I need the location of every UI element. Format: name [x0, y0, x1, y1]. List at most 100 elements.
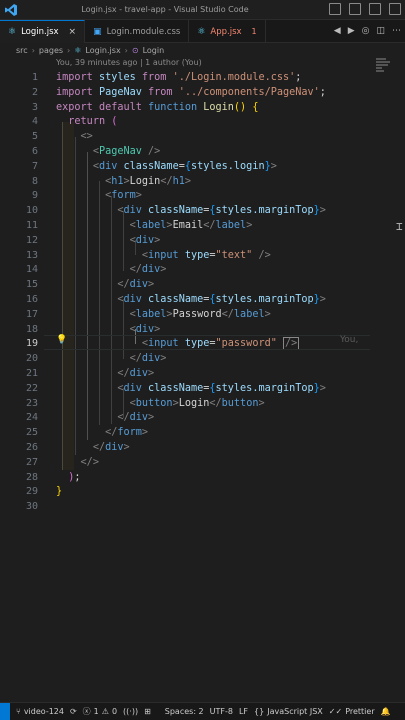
code-line[interactable]: 26 </div>: [0, 442, 370, 457]
code-text[interactable]: <div className={styles.marginTop}>: [56, 383, 326, 394]
code-line[interactable]: 22 <div className={styles.marginTop}>: [0, 383, 370, 398]
line-number[interactable]: 1: [0, 72, 38, 83]
code-text[interactable]: <form>: [56, 190, 142, 201]
tab-login-jsx[interactable]: ⚛ Login.jsx ×: [0, 20, 86, 43]
code-line[interactable]: 3 export default function Login() {: [0, 102, 370, 117]
code-line[interactable]: 17 <label>Password</label>: [0, 309, 370, 324]
code-line[interactable]: 11 <label>Email</label>: [0, 220, 370, 235]
code-text[interactable]: <>: [56, 131, 93, 142]
line-number[interactable]: 2: [0, 87, 38, 98]
code-line[interactable]: 1 import styles from './Login.module.css'…: [0, 72, 370, 87]
code-line[interactable]: 20 </div>: [0, 353, 370, 368]
line-number[interactable]: 12: [0, 235, 38, 246]
tab-login-module-css[interactable]: ▣ Login.module.css: [85, 20, 190, 43]
customize-layout-icon[interactable]: [389, 3, 401, 15]
breadcrumb-pages[interactable]: pages: [39, 46, 63, 55]
code-line[interactable]: 7 <div className={styles.login}>: [0, 161, 370, 176]
line-number[interactable]: 4: [0, 116, 38, 127]
code-text[interactable]: <div className={styles.login}>: [56, 161, 277, 172]
minimap[interactable]: [376, 58, 392, 80]
tab-app-jsx[interactable]: ⚛ App.jsx 1: [189, 20, 266, 43]
code-text[interactable]: return (: [56, 116, 117, 127]
code-line[interactable]: 6 <PageNav />: [0, 146, 370, 161]
go-forward-icon[interactable]: ▶: [348, 26, 355, 36]
code-line[interactable]: 24 </div>: [0, 412, 370, 427]
code-line[interactable]: 21 </div>: [0, 368, 370, 383]
code-text[interactable]: <label>Email</label>: [56, 220, 253, 231]
line-number[interactable]: 14: [0, 264, 38, 275]
code-line[interactable]: 14 </div>: [0, 264, 370, 279]
line-number[interactable]: 18: [0, 324, 38, 335]
code-text[interactable]: </>: [56, 457, 99, 468]
code-text[interactable]: import styles from './Login.module.css';: [56, 72, 301, 83]
code-text[interactable]: </form>: [56, 427, 148, 438]
line-number[interactable]: 20: [0, 353, 38, 364]
lightbulb-icon[interactable]: 💡: [56, 335, 67, 345]
line-number[interactable]: 24: [0, 412, 38, 423]
line-number[interactable]: 27: [0, 457, 38, 468]
go-back-icon[interactable]: ◀: [334, 26, 341, 36]
code-line[interactable]: 2 import PageNav from '../components/Page…: [0, 87, 370, 102]
line-number[interactable]: 15: [0, 279, 38, 290]
code-editor[interactable]: You, 39 minutes ago | 1 author (You) 1 im…: [0, 58, 405, 702]
code-text[interactable]: <label>Password</label>: [56, 309, 271, 320]
line-number[interactable]: 5: [0, 131, 38, 142]
code-text[interactable]: </div>: [56, 412, 154, 423]
code-line[interactable]: 30: [0, 501, 370, 516]
code-text[interactable]: <div>: [56, 235, 161, 246]
code-line[interactable]: 4 return (: [0, 116, 370, 131]
indentation-indicator[interactable]: Spaces: 2: [162, 707, 207, 716]
breadcrumb-symbol[interactable]: Login: [143, 46, 165, 55]
line-number[interactable]: 17: [0, 309, 38, 320]
code-text[interactable]: </div>: [56, 442, 130, 453]
code-line[interactable]: 13 <input type="text" />: [0, 250, 370, 265]
sync-icon[interactable]: ⟳: [67, 707, 80, 716]
code-line[interactable]: 15 </div>: [0, 279, 370, 294]
code-text[interactable]: <input type="text" />: [56, 250, 271, 261]
code-text[interactable]: import PageNav from '../components/PageN…: [56, 87, 326, 98]
line-number[interactable]: 9: [0, 190, 38, 201]
code-line[interactable]: 8 <h1>Login</h1>: [0, 176, 370, 191]
code-text[interactable]: </div>: [56, 264, 167, 275]
breadcrumb-src[interactable]: src: [16, 46, 28, 55]
code-text[interactable]: export default function Login() {: [56, 102, 258, 113]
line-number[interactable]: 30: [0, 501, 38, 512]
code-line[interactable]: 25 </form>: [0, 427, 370, 442]
code-text[interactable]: <h1>Login</h1>: [56, 176, 191, 187]
encoding-indicator[interactable]: UTF-8: [207, 707, 236, 716]
line-number[interactable]: 13: [0, 250, 38, 261]
close-icon[interactable]: ×: [69, 27, 77, 37]
line-number[interactable]: 8: [0, 176, 38, 187]
code-text[interactable]: </div>: [56, 279, 154, 290]
code-text[interactable]: );: [56, 472, 80, 483]
grid-icon[interactable]: ⊞: [141, 707, 154, 716]
line-number[interactable]: 6: [0, 146, 38, 157]
code-line[interactable]: 5 <>: [0, 131, 370, 146]
code-line[interactable]: 12 <div>: [0, 235, 370, 250]
code-line[interactable]: 29}: [0, 486, 370, 501]
code-line[interactable]: 9 <form>: [0, 190, 370, 205]
line-number[interactable]: 23: [0, 398, 38, 409]
codelens-blame[interactable]: You, 39 minutes ago | 1 author (You): [56, 58, 202, 67]
line-number[interactable]: 29: [0, 486, 38, 497]
line-number[interactable]: 7: [0, 161, 38, 172]
code-text[interactable]: <div>: [56, 324, 161, 335]
split-editor-icon[interactable]: ◫: [376, 26, 385, 36]
remote-indicator[interactable]: [0, 702, 10, 720]
line-number[interactable]: 3: [0, 102, 38, 113]
line-number[interactable]: 26: [0, 442, 38, 453]
code-text[interactable]: }: [56, 486, 62, 497]
toggle-panel-icon[interactable]: [349, 3, 361, 15]
prettier-indicator[interactable]: ✓✓ Prettier: [326, 707, 378, 716]
code-text[interactable]: </div>: [56, 353, 167, 364]
code-text[interactable]: <PageNav />: [56, 146, 161, 157]
broadcast-icon[interactable]: ((·)): [120, 707, 141, 716]
line-number[interactable]: 22: [0, 383, 38, 394]
code-line[interactable]: 27 </>: [0, 457, 370, 472]
language-indicator[interactable]: {} JavaScript JSX: [251, 707, 326, 716]
line-number[interactable]: 16: [0, 294, 38, 305]
git-compare-icon[interactable]: ◎: [362, 26, 370, 36]
code-text[interactable]: <div className={styles.marginTop}>: [56, 294, 326, 305]
notifications-bell-icon[interactable]: 🔔: [378, 707, 394, 716]
toggle-secondary-sidebar-icon[interactable]: [369, 3, 381, 15]
